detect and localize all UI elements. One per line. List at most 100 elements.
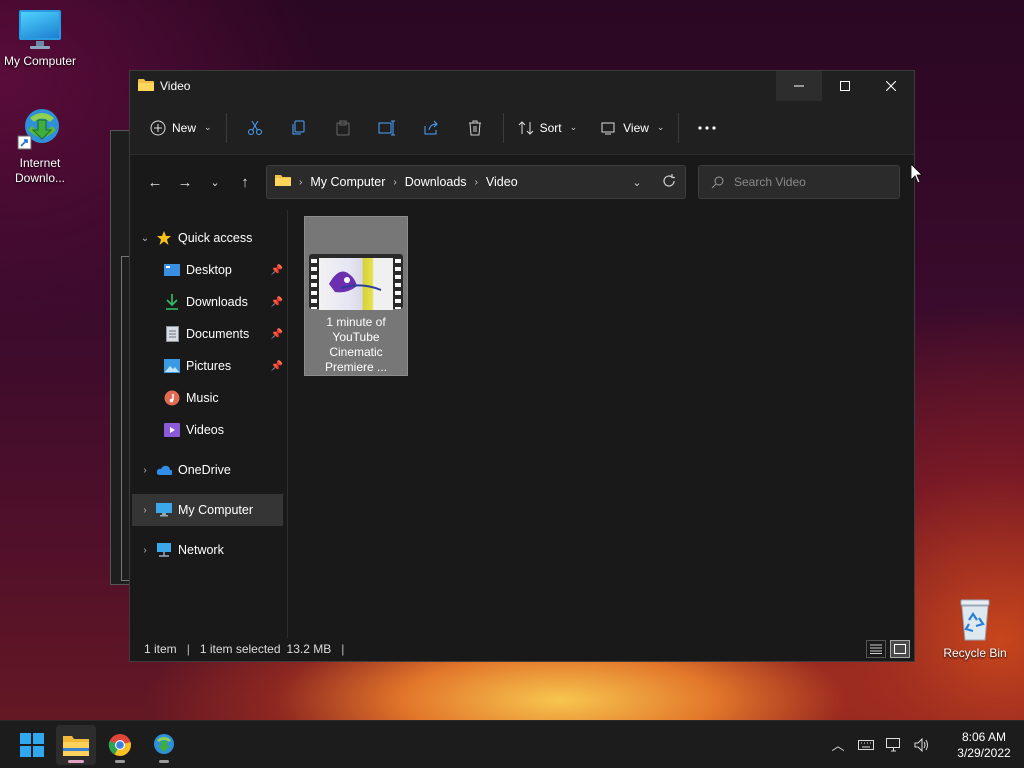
view-icon <box>601 122 615 134</box>
nav-item-music[interactable]: Music <box>130 382 287 414</box>
address-bar[interactable]: › My Computer › Downloads › Video ⌄ <box>266 165 686 199</box>
folder-icon <box>63 735 89 756</box>
status-bar: 1 item | 1 item selected 13.2 MB | <box>130 637 914 661</box>
details-view-button[interactable] <box>866 640 886 658</box>
file-list[interactable]: 1 minute of YouTube Cinematic Premiere .… <box>288 210 914 638</box>
speaker-icon <box>914 737 928 752</box>
copy-icon <box>292 120 305 134</box>
breadcrumb-chevron-icon: › <box>393 176 397 188</box>
sort-icon <box>518 120 533 135</box>
up-button[interactable]: ↑ <box>230 167 260 197</box>
navigation-pane: ⌄ Quick access Desktop 📌 Downloads 📌 Doc… <box>130 210 288 638</box>
refresh-icon <box>663 173 675 187</box>
nav-item-quick-access[interactable]: ⌄ Quick access <box>130 222 287 254</box>
show-hidden-icons-button[interactable]: ︿ <box>824 735 852 754</box>
taskbar-internet-download-manager[interactable] <box>144 725 184 765</box>
chevron-right-icon: › <box>143 464 147 476</box>
maximize-button[interactable] <box>822 71 868 101</box>
network-button[interactable] <box>880 737 908 752</box>
ellipsis-icon <box>698 125 717 130</box>
sort-label: Sort <box>539 120 562 135</box>
pin-icon: 📌 <box>270 360 283 372</box>
volume-button[interactable] <box>908 737 936 752</box>
paste-button[interactable] <box>328 112 358 144</box>
window-title: Video <box>160 79 191 93</box>
desktop-folder-icon <box>164 262 180 278</box>
chevron-down-icon: ⌄ <box>140 232 150 244</box>
windows-logo-icon <box>20 732 44 757</box>
nav-label: Videos <box>186 423 224 437</box>
file-item[interactable]: 1 minute of YouTube Cinematic Premiere .… <box>304 216 408 376</box>
delete-button[interactable] <box>460 112 490 144</box>
download-arrow-icon <box>164 294 180 310</box>
nav-item-pictures[interactable]: Pictures 📌 <box>130 350 287 382</box>
nav-item-documents[interactable]: Documents 📌 <box>130 318 287 350</box>
rename-button[interactable] <box>372 112 402 144</box>
computer-icon <box>156 502 172 518</box>
desktop-icon-my-computer[interactable]: My Computer <box>0 10 80 69</box>
large-icons-view-button[interactable] <box>890 640 910 658</box>
internet-download-manager-icon <box>154 733 174 754</box>
new-button[interactable]: New ⌄ <box>142 112 220 144</box>
nav-item-my-computer[interactable]: › My Computer <box>132 494 283 526</box>
details-view-icon <box>870 644 882 654</box>
nav-item-desktop[interactable]: Desktop 📌 <box>130 254 287 286</box>
start-button[interactable] <box>12 725 52 765</box>
breadcrumb-item[interactable]: Video <box>486 175 518 189</box>
nav-label: Documents <box>186 327 250 341</box>
copy-button[interactable] <box>284 112 314 144</box>
nav-item-network[interactable]: › Network <box>130 534 287 566</box>
close-icon <box>886 81 896 91</box>
search-box[interactable] <box>698 165 900 199</box>
taskbar: ︿ 8:06 AM 3/29/2022 <box>0 720 1024 768</box>
network-icon <box>886 737 900 751</box>
more-options-button[interactable] <box>692 112 722 144</box>
refresh-button[interactable] <box>653 173 685 191</box>
pin-icon: 📌 <box>270 296 283 308</box>
close-button[interactable] <box>868 71 914 101</box>
nav-item-onedrive[interactable]: › OneDrive <box>130 454 287 486</box>
address-history-button[interactable]: ⌄ <box>621 176 653 189</box>
address-row: ← → ⌄ ↑ › My Computer › Downloads › Vide… <box>130 155 914 209</box>
taskbar-file-explorer[interactable] <box>56 724 96 765</box>
minimize-button[interactable] <box>776 71 822 101</box>
arrow-up-icon: ↑ <box>241 173 249 191</box>
taskbar-chrome[interactable] <box>100 725 140 765</box>
nav-label: Quick access <box>178 231 253 245</box>
document-icon <box>164 326 180 342</box>
desktop-icon-label: Recycle Bin <box>943 646 1007 660</box>
cloud-icon <box>156 462 172 478</box>
pin-icon: 📌 <box>270 328 283 340</box>
large-icons-view-icon <box>894 644 906 654</box>
command-bar: New ⌄ Sort ⌄ View ⌄ <box>130 101 914 155</box>
view-button[interactable]: View ⌄ <box>593 112 672 144</box>
desktop-icon-internet-download-manager[interactable]: Internet Downlo... <box>0 104 80 186</box>
title-bar[interactable]: Video <box>130 71 914 101</box>
nav-item-videos[interactable]: Videos <box>130 414 287 446</box>
nav-item-downloads[interactable]: Downloads 📌 <box>130 286 287 318</box>
chevron-down-icon: ⌄ <box>204 122 212 132</box>
keyboard-button[interactable] <box>852 739 880 751</box>
folder-icon <box>138 78 154 95</box>
desktop-icon-recycle-bin[interactable]: Recycle Bin <box>935 598 1015 661</box>
nav-label: Music <box>186 391 219 405</box>
cut-button[interactable] <box>240 112 270 144</box>
nav-label: OneDrive <box>178 463 231 477</box>
pin-icon: 📌 <box>270 264 283 276</box>
arrow-right-icon: → <box>177 173 193 191</box>
recent-locations-button[interactable]: ⌄ <box>200 167 230 197</box>
breadcrumb-item[interactable]: Downloads <box>405 175 467 189</box>
search-input[interactable] <box>734 175 894 189</box>
nav-label: My Computer <box>178 503 254 517</box>
selection-size: 13.2 MB <box>286 642 332 656</box>
forward-button[interactable]: → <box>170 167 200 197</box>
back-button[interactable]: ← <box>140 167 170 197</box>
breadcrumb-item[interactable]: My Computer <box>310 175 385 189</box>
share-icon <box>424 120 438 134</box>
videos-icon <box>164 422 180 438</box>
nav-label: Desktop <box>186 263 232 277</box>
chevron-right-icon: › <box>143 544 147 556</box>
share-button[interactable] <box>416 112 446 144</box>
clock[interactable]: 8:06 AM 3/29/2022 <box>944 729 1024 761</box>
sort-button[interactable]: Sort ⌄ <box>510 112 586 144</box>
